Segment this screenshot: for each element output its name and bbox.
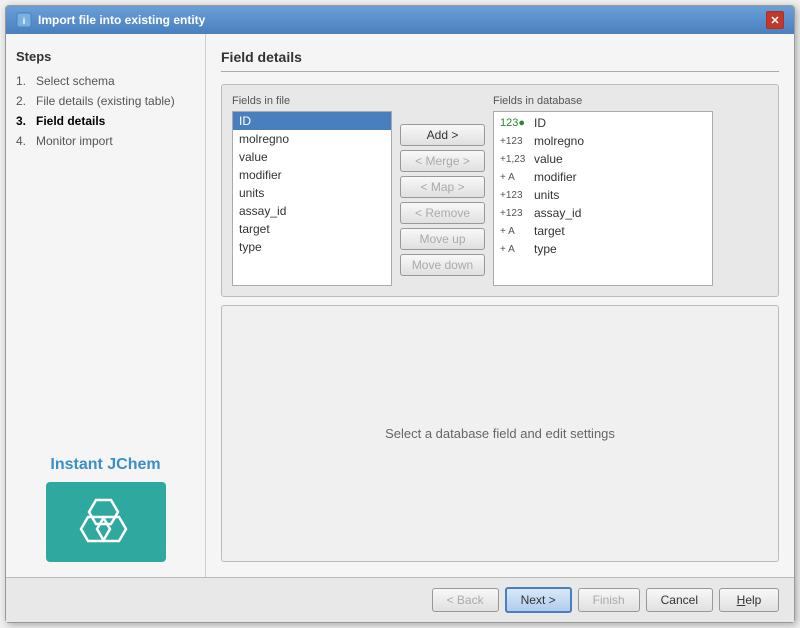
finish-button[interactable]: Finish xyxy=(578,588,640,612)
title-bar-left: i Import file into existing entity xyxy=(16,12,205,28)
db-field-id[interactable]: 123● ID xyxy=(494,114,712,132)
dialog-title: Import file into existing entity xyxy=(38,13,205,27)
cancel-button[interactable]: Cancel xyxy=(646,588,713,612)
db-field-units[interactable]: +123 units xyxy=(494,186,712,204)
fields-in-file-list[interactable]: ID molregno value modifier units assay_i… xyxy=(232,111,392,286)
move-up-button[interactable]: Move up xyxy=(400,228,485,250)
file-field-molregno[interactable]: molregno xyxy=(233,130,391,148)
back-button[interactable]: < Back xyxy=(432,588,499,612)
main-content: Steps 1. Select schema 2. File details (… xyxy=(6,34,794,577)
db-field-modifier[interactable]: + A modifier xyxy=(494,168,712,186)
next-button[interactable]: Next > xyxy=(505,587,572,613)
step-1: 1. Select schema xyxy=(16,74,195,88)
db-fields-section: Fields in database 123● ID +123 molregno… xyxy=(493,95,768,286)
move-down-button[interactable]: Move down xyxy=(400,254,485,276)
dialog-icon: i xyxy=(16,12,32,28)
step-2: 2. File details (existing table) xyxy=(16,94,195,108)
step-4: 4. Monitor import xyxy=(16,134,195,148)
file-field-id[interactable]: ID xyxy=(233,112,391,130)
middle-buttons: Add > < Merge > < Map > < Remove Move up… xyxy=(400,95,485,286)
file-field-target[interactable]: target xyxy=(233,220,391,238)
title-bar: i Import file into existing entity ✕ xyxy=(6,6,794,34)
sidebar-title: Steps xyxy=(16,49,195,64)
db-field-molregno[interactable]: +123 molregno xyxy=(494,132,712,150)
fields-in-file-label: Fields in file xyxy=(232,95,392,107)
db-field-target[interactable]: + A target xyxy=(494,222,712,240)
edit-settings-area: Select a database field and edit setting… xyxy=(221,305,779,562)
db-fields-list[interactable]: 123● ID +123 molregno +1,23 value + A xyxy=(493,111,713,286)
footer: < Back Next > Finish Cancel Help xyxy=(6,577,794,622)
edit-settings-placeholder: Select a database field and edit setting… xyxy=(385,426,615,441)
logo-icon xyxy=(76,495,136,550)
logo-text: Instant JChem xyxy=(50,456,160,474)
remove-button[interactable]: < Remove xyxy=(400,202,485,224)
steps-list: 1. Select schema 2. File details (existi… xyxy=(16,74,195,154)
add-button[interactable]: Add > xyxy=(400,124,485,146)
db-field-value[interactable]: +1,23 value xyxy=(494,150,712,168)
db-field-assay-id[interactable]: +123 assay_id xyxy=(494,204,712,222)
merge-button[interactable]: < Merge > xyxy=(400,150,485,172)
logo-box xyxy=(46,482,166,562)
map-button[interactable]: < Map > xyxy=(400,176,485,198)
file-field-units[interactable]: units xyxy=(233,184,391,202)
file-field-type[interactable]: type xyxy=(233,238,391,256)
step-3: 3. Field details xyxy=(16,114,195,128)
help-button[interactable]: Help xyxy=(719,588,779,612)
file-field-assay-id[interactable]: assay_id xyxy=(233,202,391,220)
sidebar: Steps 1. Select schema 2. File details (… xyxy=(6,34,206,577)
db-field-type[interactable]: + A type xyxy=(494,240,712,258)
panel-title: Field details xyxy=(221,49,779,72)
fields-container: Fields in file ID molregno value modifie… xyxy=(221,84,779,297)
close-button[interactable]: ✕ xyxy=(766,11,784,29)
file-field-value[interactable]: value xyxy=(233,148,391,166)
dialog: i Import file into existing entity ✕ Ste… xyxy=(5,5,795,623)
svg-text:i: i xyxy=(23,16,26,26)
file-field-modifier[interactable]: modifier xyxy=(233,166,391,184)
sidebar-logo-area: Instant JChem xyxy=(16,456,195,562)
file-fields-section: Fields in file ID molregno value modifie… xyxy=(232,95,392,286)
fields-in-db-label: Fields in database xyxy=(493,95,768,107)
right-panel: Field details Fields in file ID molregno… xyxy=(206,34,794,577)
